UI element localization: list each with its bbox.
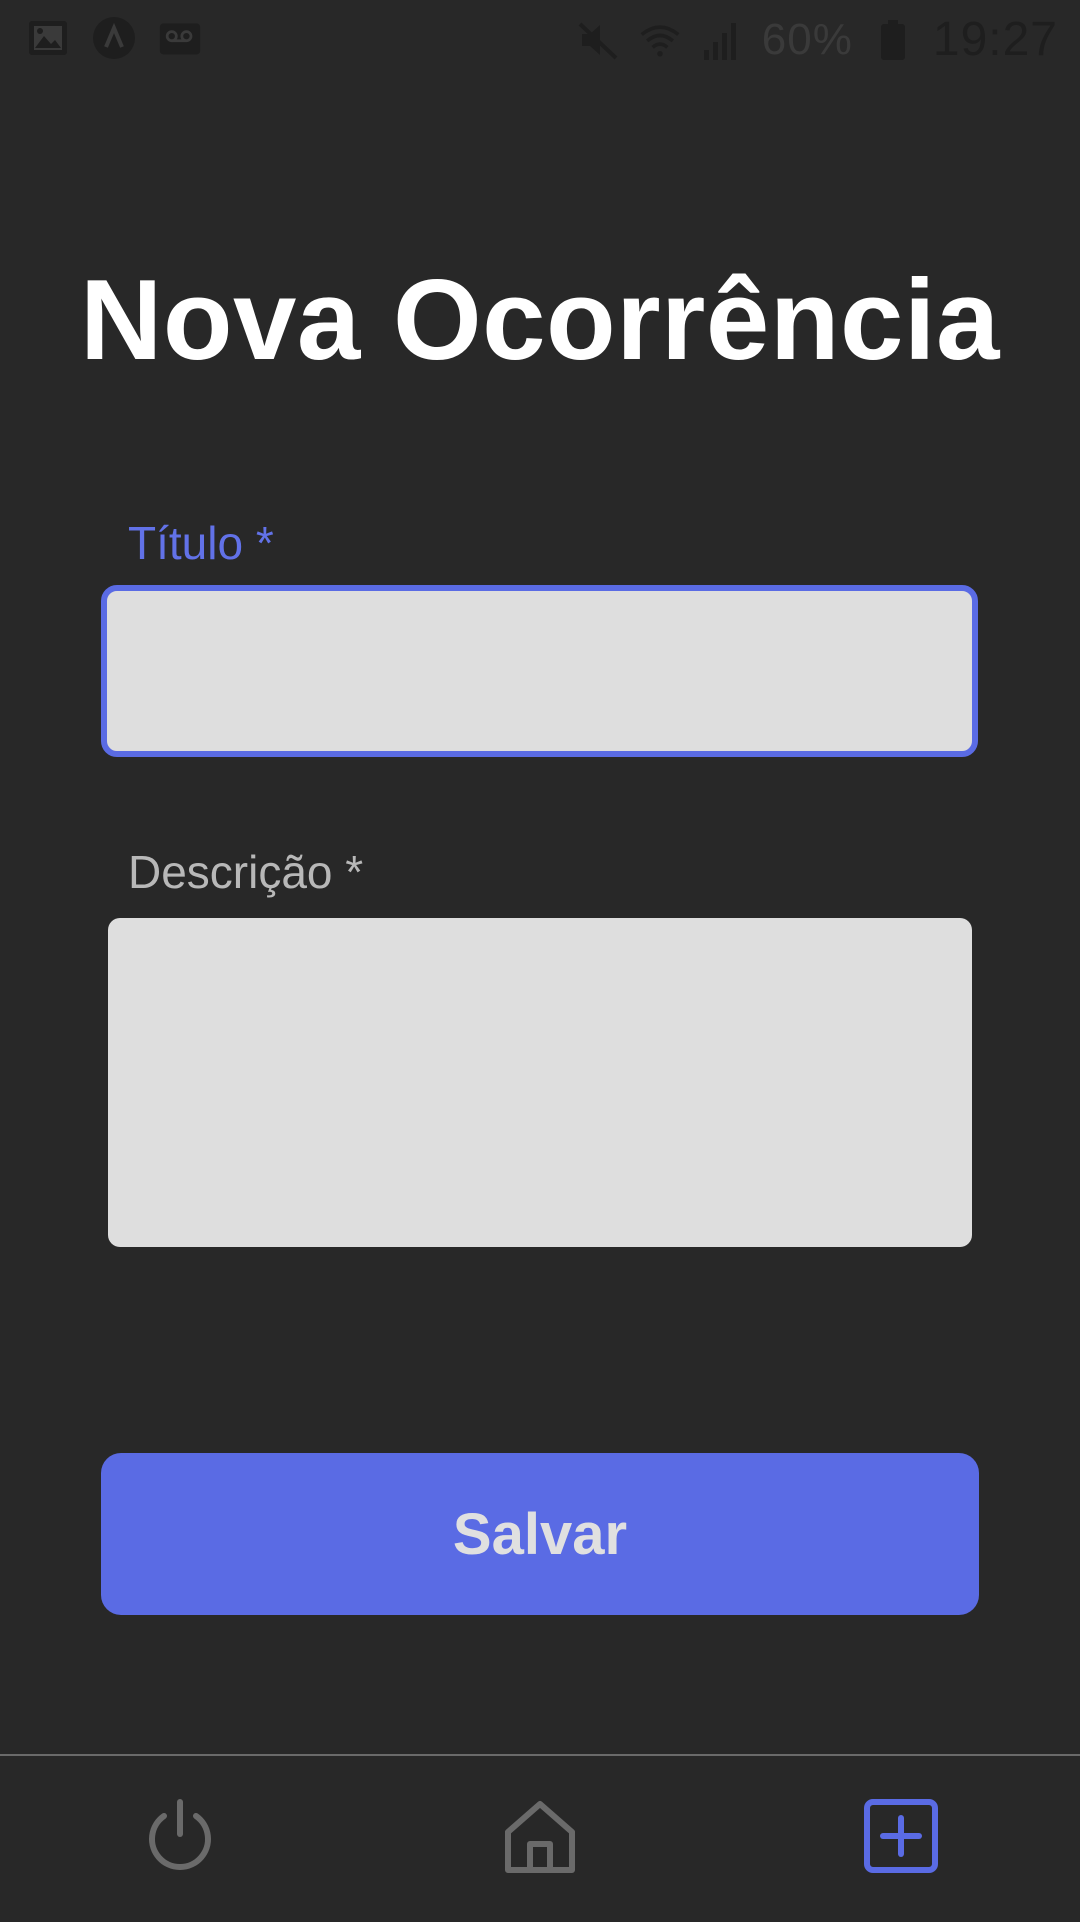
mute-icon — [578, 22, 618, 59]
app-icon — [93, 17, 135, 59]
status-bar-left — [26, 16, 202, 60]
bottom-nav — [0, 1754, 1080, 1922]
title-input[interactable] — [101, 585, 978, 757]
power-icon — [149, 1799, 211, 1870]
nav-home-button[interactable] — [490, 1786, 590, 1886]
battery-icon — [880, 19, 905, 60]
nav-new-occurrence-button[interactable] — [851, 1786, 951, 1886]
nav-logout-button[interactable] — [130, 1786, 230, 1886]
title-field-label: Título * — [128, 517, 274, 569]
status-bar: 60% 19:27 — [0, 0, 1080, 80]
home-icon — [505, 1801, 575, 1873]
page-title: Nova Ocorrência — [80, 257, 1000, 384]
wifi-icon — [640, 24, 680, 56]
signal-icon — [703, 22, 736, 60]
voicemail-icon — [159, 23, 201, 55]
save-button[interactable]: Salvar — [101, 1453, 979, 1615]
description-textarea[interactable] — [108, 918, 972, 1247]
add-square-icon — [864, 1799, 938, 1873]
image-icon — [29, 21, 67, 55]
status-time: 19:27 — [932, 13, 1058, 66]
status-bar-right: 60% 19:27 — [576, 12, 1058, 67]
description-field-label: Descrição * — [128, 846, 364, 898]
battery-percent: 60% — [761, 14, 853, 64]
